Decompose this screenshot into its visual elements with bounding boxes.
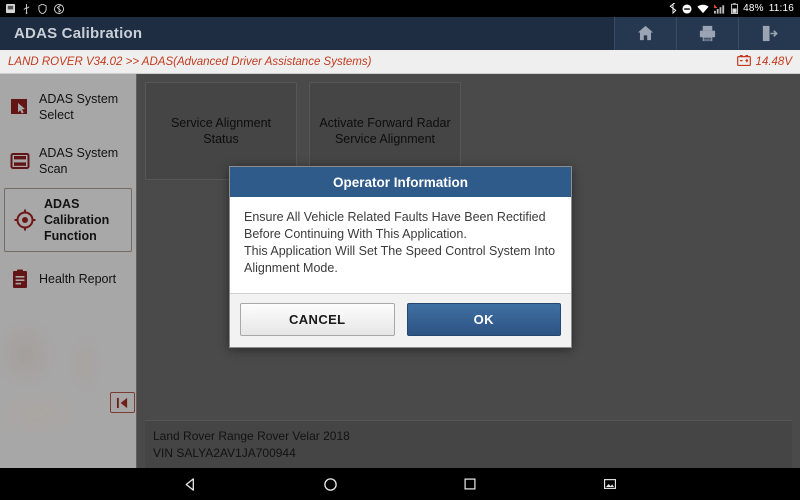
status-bar-clock: 11:16 xyxy=(768,3,794,14)
nav-screenshot-button[interactable] xyxy=(588,468,632,500)
nav-home-button[interactable] xyxy=(308,468,352,500)
status-bar-left-icons xyxy=(6,3,64,14)
android-status-bar: 48% 11:16 xyxy=(0,0,800,17)
page-title: ADAS Calibration xyxy=(14,25,143,42)
android-nav-bar xyxy=(0,468,800,500)
back-triangle-icon xyxy=(185,477,194,491)
home-button[interactable] xyxy=(614,17,676,50)
title-bar-actions xyxy=(614,17,800,50)
cancel-button[interactable]: CANCEL xyxy=(240,303,395,336)
print-button[interactable] xyxy=(676,17,738,50)
operator-information-dialog: Operator Information Ensure All Vehicle … xyxy=(229,166,572,348)
dialog-message-line: This Application Will Set The Speed Cont… xyxy=(244,244,556,275)
exit-button[interactable] xyxy=(738,17,800,50)
dialog-actions: CANCEL OK xyxy=(230,294,571,347)
battery-percent-label: 48% xyxy=(743,3,764,14)
breadcrumb[interactable]: LAND ROVER V34.02 >> ADAS(Advanced Drive… xyxy=(8,56,371,68)
dialog-message-line: Ensure All Vehicle Related Faults Have B… xyxy=(244,210,546,241)
nav-back-button[interactable] xyxy=(168,468,212,500)
status-bar-right-icons: 48% 11:16 xyxy=(669,3,794,14)
voltage-label: 14.48V xyxy=(755,55,792,68)
app-title-bar: ADAS Calibration xyxy=(0,17,800,50)
do-not-disturb-icon xyxy=(682,3,692,14)
bluetooth-settings-icon xyxy=(54,3,64,14)
sd-card-icon xyxy=(6,4,15,13)
battery-icon xyxy=(731,3,738,14)
shield-icon xyxy=(38,3,47,14)
nav-recents-button[interactable] xyxy=(448,468,492,500)
battery-icon xyxy=(736,54,751,69)
dialog-header: Operator Information xyxy=(230,167,571,197)
breadcrumb-bar: LAND ROVER V34.02 >> ADAS(Advanced Drive… xyxy=(0,50,800,74)
home-circle-icon xyxy=(323,477,337,491)
dialog-body: Ensure All Vehicle Related Faults Have B… xyxy=(230,197,571,294)
ok-button[interactable]: OK xyxy=(406,303,561,336)
usb-icon xyxy=(22,3,31,14)
voltage-indicator: 14.48V xyxy=(736,54,792,69)
bluetooth-icon xyxy=(669,3,677,14)
recents-square-icon xyxy=(464,478,476,490)
signal-icon xyxy=(714,3,726,14)
app-root: 48% 11:16 ADAS Calibration LAND ROVER V3… xyxy=(0,0,800,500)
dialog-title: Operator Information xyxy=(332,174,468,190)
screenshot-icon xyxy=(604,479,616,489)
wifi-icon xyxy=(697,4,709,14)
